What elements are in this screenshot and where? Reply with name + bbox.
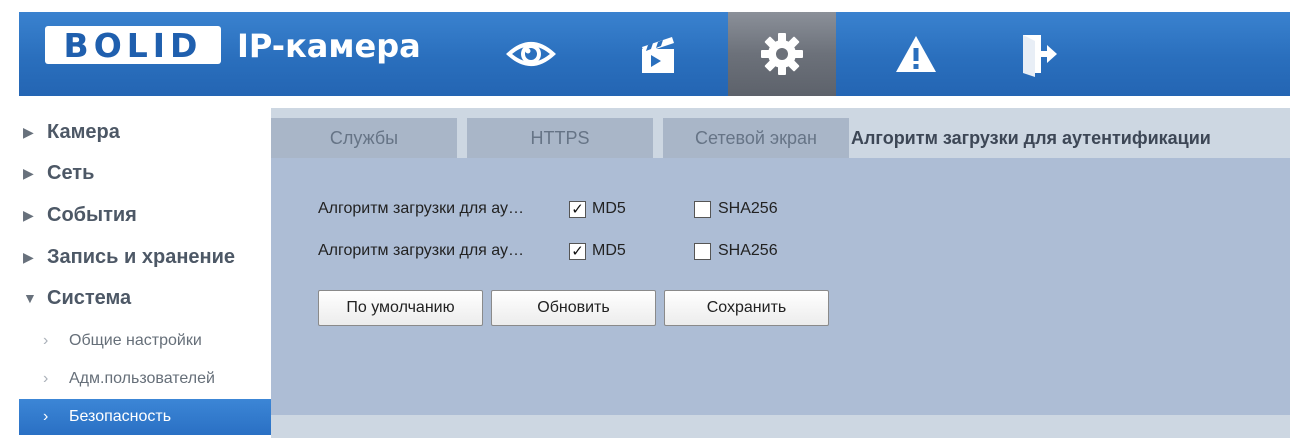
tab-label: HTTPS	[530, 127, 590, 148]
triangle-right-icon: ▶	[23, 123, 34, 140]
sha256-label: SHA256	[718, 200, 778, 217]
tab-label: Алгоритм загрузки для аутентификации	[851, 127, 1211, 148]
sha256-label: SHA256	[718, 242, 778, 259]
auth-algorithm-row: Алгоритм загрузки для ау…	[318, 197, 524, 221]
warning-icon	[896, 36, 936, 72]
sidebar-item-label: События	[47, 203, 137, 226]
sha256-checkbox[interactable]	[694, 201, 711, 218]
triangle-right-icon: ▶	[23, 248, 34, 265]
triangle-right-icon: ▶	[23, 206, 34, 223]
logo-text: BOLID	[63, 25, 203, 65]
app-title: IP-камера	[237, 27, 421, 65]
save-button[interactable]: Сохранить	[664, 290, 829, 326]
button-label: Сохранить	[706, 299, 787, 316]
triangle-down-icon: ▼	[23, 290, 37, 306]
sidebar-item-label: Запись и хранение	[47, 245, 236, 268]
logout-icon	[1023, 35, 1057, 77]
sha256-checkbox[interactable]	[694, 243, 711, 260]
sidebar-item-camera[interactable]: ▶ Камера	[19, 113, 271, 151]
tab-label: Службы	[329, 127, 399, 148]
button-label: По умолчанию	[346, 299, 455, 316]
top-header-bar: BOLID IP-камера	[19, 12, 1290, 96]
setting-label: Алгоритм загрузки для ау…	[318, 242, 525, 259]
sidebar-item-network[interactable]: ▶ Сеть	[19, 154, 271, 192]
tab-https[interactable]: HTTPS	[467, 118, 653, 158]
alarm-button[interactable]	[876, 12, 956, 96]
sidebar-item-label: Система	[47, 286, 132, 309]
settings-panel: Алгоритм загрузки для ау… ✓ MD5 SHA256 А…	[271, 158, 1290, 415]
live-view-button[interactable]	[491, 12, 571, 96]
sidebar-menu: ▶ Камера ▶ Сеть ▶ События ▶ Запись и хра…	[19, 108, 271, 438]
chevron-right-icon: ›	[43, 408, 49, 425]
tab-services[interactable]: Службы	[271, 118, 457, 158]
chevron-right-icon: ›	[43, 332, 49, 349]
sidebar-item-storage[interactable]: ▶ Запись и хранение	[19, 238, 271, 276]
md5-label: MD5	[592, 200, 626, 217]
sidebar-subitem-label: Адм.пользователей	[69, 370, 215, 387]
refresh-button[interactable]: Обновить	[491, 290, 656, 326]
sidebar-item-events[interactable]: ▶ События	[19, 196, 271, 234]
default-button[interactable]: По умолчанию	[318, 290, 483, 326]
bolid-logo: BOLID	[45, 25, 221, 65]
sidebar-subitem-security[interactable]: › Безопасность	[19, 399, 271, 435]
setting-label: Алгоритм загрузки для ау…	[318, 200, 525, 217]
tab-auth-algorithm[interactable]: Алгоритм загрузки для аутентификации	[851, 118, 1290, 158]
chevron-right-icon: ›	[43, 370, 49, 387]
eye-icon	[506, 42, 556, 66]
button-label: Обновить	[537, 299, 610, 316]
settings-button[interactable]	[728, 12, 836, 96]
sidebar-item-system[interactable]: ▼ Система	[19, 279, 271, 317]
playback-button[interactable]	[619, 12, 699, 96]
sidebar-subitem-general[interactable]: › Общие настройки	[19, 323, 271, 359]
sidebar-item-label: Камера	[47, 120, 120, 143]
md5-checkbox[interactable]: ✓	[569, 243, 586, 260]
main-content: Службы HTTPS Сетевой экран Алгоритм загр…	[271, 108, 1290, 438]
sidebar-item-label: Сеть	[47, 161, 95, 184]
tab-label: Сетевой экран	[695, 127, 817, 148]
sidebar-subitem-label: Общие настройки	[69, 332, 202, 349]
md5-checkbox[interactable]: ✓	[569, 201, 586, 218]
clapperboard-icon	[642, 37, 674, 73]
triangle-right-icon: ▶	[23, 164, 34, 181]
tab-firewall[interactable]: Сетевой экран	[663, 118, 849, 158]
gear-icon	[761, 33, 803, 75]
auth-algorithm-row: Алгоритм загрузки для ау…	[318, 239, 524, 263]
md5-label: MD5	[592, 242, 626, 259]
sidebar-subitem-users[interactable]: › Адм.пользователей	[19, 361, 271, 397]
logout-button[interactable]	[999, 12, 1079, 96]
sidebar-subitem-label: Безопасность	[69, 408, 172, 425]
